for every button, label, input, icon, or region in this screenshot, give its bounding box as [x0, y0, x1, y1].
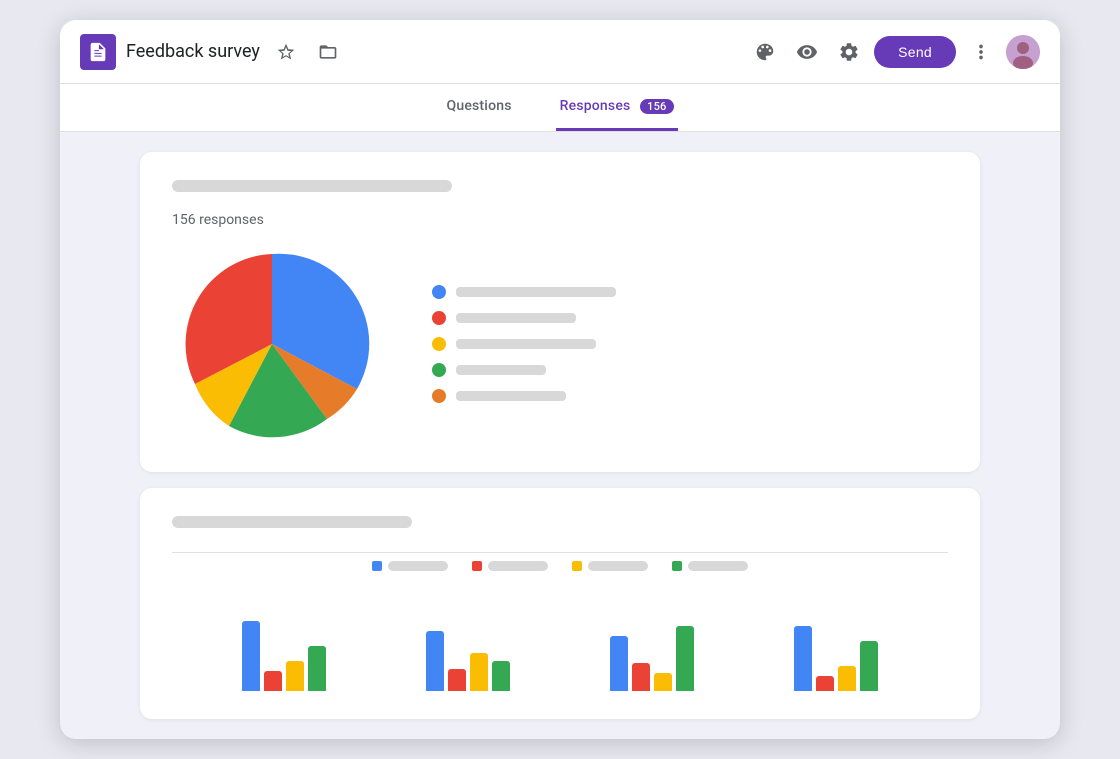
pie-chart	[172, 244, 372, 444]
bar-legend-dot-green	[672, 561, 682, 571]
bar-2-yellow	[470, 653, 488, 691]
bar-legend-item-blue	[372, 561, 448, 571]
legend-dot-yellow	[432, 337, 446, 351]
bar-2-red	[448, 669, 466, 691]
legend-dot-blue	[432, 285, 446, 299]
legend-bar-4	[456, 365, 546, 375]
tab-questions[interactable]: Questions	[443, 84, 516, 131]
page-title: Feedback survey	[126, 41, 260, 62]
response-count: 156 responses	[172, 212, 948, 228]
bar-3-red	[632, 663, 650, 691]
legend-bar-3	[456, 339, 596, 349]
palette-button[interactable]	[748, 35, 782, 69]
form-svg-icon	[87, 41, 109, 63]
legend-item-blue	[432, 285, 948, 299]
legend-item-orange	[432, 389, 948, 403]
bar-legend-item-red	[472, 561, 548, 571]
settings-button[interactable]	[832, 35, 866, 69]
bar-card-title-skeleton	[172, 516, 412, 528]
bar-4-yellow	[838, 666, 856, 691]
legend-item-green	[432, 363, 948, 377]
bar-group-4	[794, 626, 878, 691]
header-left: Feedback survey	[80, 34, 748, 70]
legend-item-yellow	[432, 337, 948, 351]
legend-bar-1	[456, 287, 616, 297]
folder-button[interactable]	[312, 36, 344, 68]
bar-1-blue	[242, 621, 260, 691]
card-title-skeleton	[172, 180, 452, 192]
bar-3-green	[676, 626, 694, 691]
legend-bar-2	[456, 313, 576, 323]
bar-legend-label-2	[488, 561, 548, 571]
bar-legend-label-1	[388, 561, 448, 571]
bar-1-yellow	[286, 661, 304, 691]
star-button[interactable]	[270, 36, 302, 68]
bar-legend-label-3	[588, 561, 648, 571]
legend-dot-red	[432, 311, 446, 325]
bar-4-green	[860, 641, 878, 691]
bar-4-red	[816, 676, 834, 691]
pie-svg	[172, 244, 372, 444]
bar-2-blue	[426, 631, 444, 691]
bar-divider	[172, 552, 948, 553]
bar-group-3	[610, 626, 694, 691]
bar-group-1	[242, 621, 326, 691]
content-area: 156 responses	[60, 132, 1060, 739]
legend-dot-green	[432, 363, 446, 377]
responses-badge: 156	[640, 99, 673, 114]
legend-item-red	[432, 311, 948, 325]
send-button[interactable]: Send	[874, 36, 956, 68]
app-window: Feedback survey Send	[60, 20, 1060, 739]
bar-4-blue	[794, 626, 812, 691]
form-icon	[80, 34, 116, 70]
header: Feedback survey Send	[60, 20, 1060, 84]
legend-dot-orange	[432, 389, 446, 403]
bar-legend-item-yellow	[572, 561, 648, 571]
bar-3-blue	[610, 636, 628, 691]
bar-chart-card	[140, 488, 980, 719]
more-button[interactable]	[964, 35, 998, 69]
bar-legend-dot-red	[472, 561, 482, 571]
tab-responses[interactable]: Responses 156	[556, 84, 678, 131]
bar-2-green	[492, 661, 510, 691]
bar-legend-dot-blue	[372, 561, 382, 571]
header-right: Send	[748, 35, 1040, 69]
legend-bar-5	[456, 391, 566, 401]
bar-legend	[172, 561, 948, 571]
pie-chart-card: 156 responses	[140, 152, 980, 472]
pie-legend	[412, 285, 948, 403]
preview-button[interactable]	[790, 35, 824, 69]
bar-legend-dot-yellow	[572, 561, 582, 571]
pie-section	[172, 244, 948, 444]
bar-3-yellow	[654, 673, 672, 691]
bar-chart-area	[172, 591, 948, 691]
bar-1-red	[264, 671, 282, 691]
bar-legend-label-4	[688, 561, 748, 571]
bar-legend-item-green	[672, 561, 748, 571]
bar-1-green	[308, 646, 326, 691]
tabs-bar: Questions Responses 156	[60, 84, 1060, 132]
avatar[interactable]	[1006, 35, 1040, 69]
bar-group-2	[426, 631, 510, 691]
